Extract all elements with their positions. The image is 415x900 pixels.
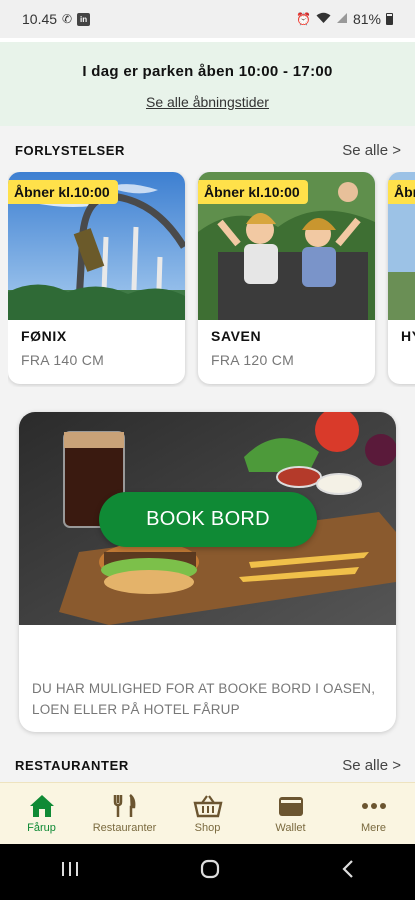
ride-card-fonix[interactable]: Åbner kl.10:00 FØNIX FRA 140 CM	[8, 172, 185, 384]
ride-card-saven[interactable]: Åbner kl.10:00 SAVEN FRA 120 CM	[198, 172, 375, 384]
home-icon	[29, 795, 54, 817]
basket-icon	[192, 795, 223, 818]
all-opening-hours-link[interactable]: Se alle åbningstider	[146, 94, 269, 110]
restaurants-see-all-link[interactable]: Se alle >	[342, 757, 401, 774]
ride-card-partial[interactable]: Åbr HY	[388, 172, 415, 384]
phone-icon: ✆	[62, 12, 73, 26]
rides-section-header: FORLYSTELSER Se alle >	[15, 142, 401, 159]
book-table-button[interactable]: BOOK BORD	[99, 492, 317, 547]
wifi-icon	[316, 12, 331, 27]
nav-label: Mere	[360, 822, 387, 834]
signal-icon	[336, 12, 348, 27]
rides-heading: FORLYSTELSER	[15, 143, 126, 158]
more-icon	[361, 803, 386, 809]
nav-label: Shop	[194, 822, 221, 834]
cutlery-icon	[113, 794, 135, 817]
rides-carousel[interactable]: Åbner kl.10:00 FØNIX FRA 140 CM Åbner kl…	[8, 172, 415, 387]
ride-height-requirement: FRA 120 CM	[211, 352, 295, 368]
battery-icon	[386, 13, 393, 25]
opening-hours-banner: I dag er parken åben 10:00 - 17:00 Se al…	[0, 42, 415, 126]
ride-name: FØNIX	[21, 328, 67, 344]
table-booking-card[interactable]: BOOK BORD DU HAR MULIGHED FOR AT BOOKE B…	[19, 412, 396, 732]
status-time: 10.45	[22, 11, 58, 27]
system-navigation-bar	[0, 844, 415, 900]
ride-opening-badge: Åbr	[388, 180, 415, 204]
back-icon[interactable]	[341, 859, 355, 885]
nav-item-farup[interactable]: Fårup	[2, 793, 82, 834]
ride-name: HY	[401, 328, 415, 344]
ride-opening-badge: Åbner kl.10:00	[198, 180, 308, 204]
recent-apps-icon[interactable]	[60, 860, 80, 884]
restaurants-heading: RESTAURANTER	[15, 758, 129, 773]
nav-item-shop[interactable]: Shop	[168, 793, 248, 834]
nav-label: Fårup	[27, 822, 56, 834]
wallet-icon	[278, 797, 303, 816]
booking-description: DU HAR MULIGHED FOR AT BOOKE BORD I OASE…	[32, 681, 376, 717]
restaurants-section-header: RESTAURANTER Se alle >	[15, 757, 401, 774]
bottom-navigation: Fårup Restauranter Shop Wallet Mere	[0, 782, 415, 844]
ride-opening-badge: Åbner kl.10:00	[8, 180, 118, 204]
nav-label: Wallet	[275, 822, 306, 834]
status-bar: 10.45 ✆ in ⏰ 81%	[0, 0, 415, 38]
nav-item-wallet[interactable]: Wallet	[251, 793, 331, 834]
home-circle-icon[interactable]	[199, 858, 221, 886]
opening-hours-title: I dag er parken åben 10:00 - 17:00	[82, 63, 333, 80]
nav-item-restauranter[interactable]: Restauranter	[85, 793, 165, 834]
rides-see-all-link[interactable]: Se alle >	[342, 142, 401, 159]
alarm-icon: ⏰	[296, 12, 311, 26]
linkedin-icon: in	[77, 12, 91, 26]
battery-percent: 81%	[352, 11, 381, 27]
ride-height-requirement: FRA 140 CM	[21, 352, 105, 368]
nav-label: Restauranter	[92, 822, 157, 834]
nav-item-mere[interactable]: Mere	[334, 793, 414, 834]
ride-name: SAVEN	[211, 328, 262, 344]
